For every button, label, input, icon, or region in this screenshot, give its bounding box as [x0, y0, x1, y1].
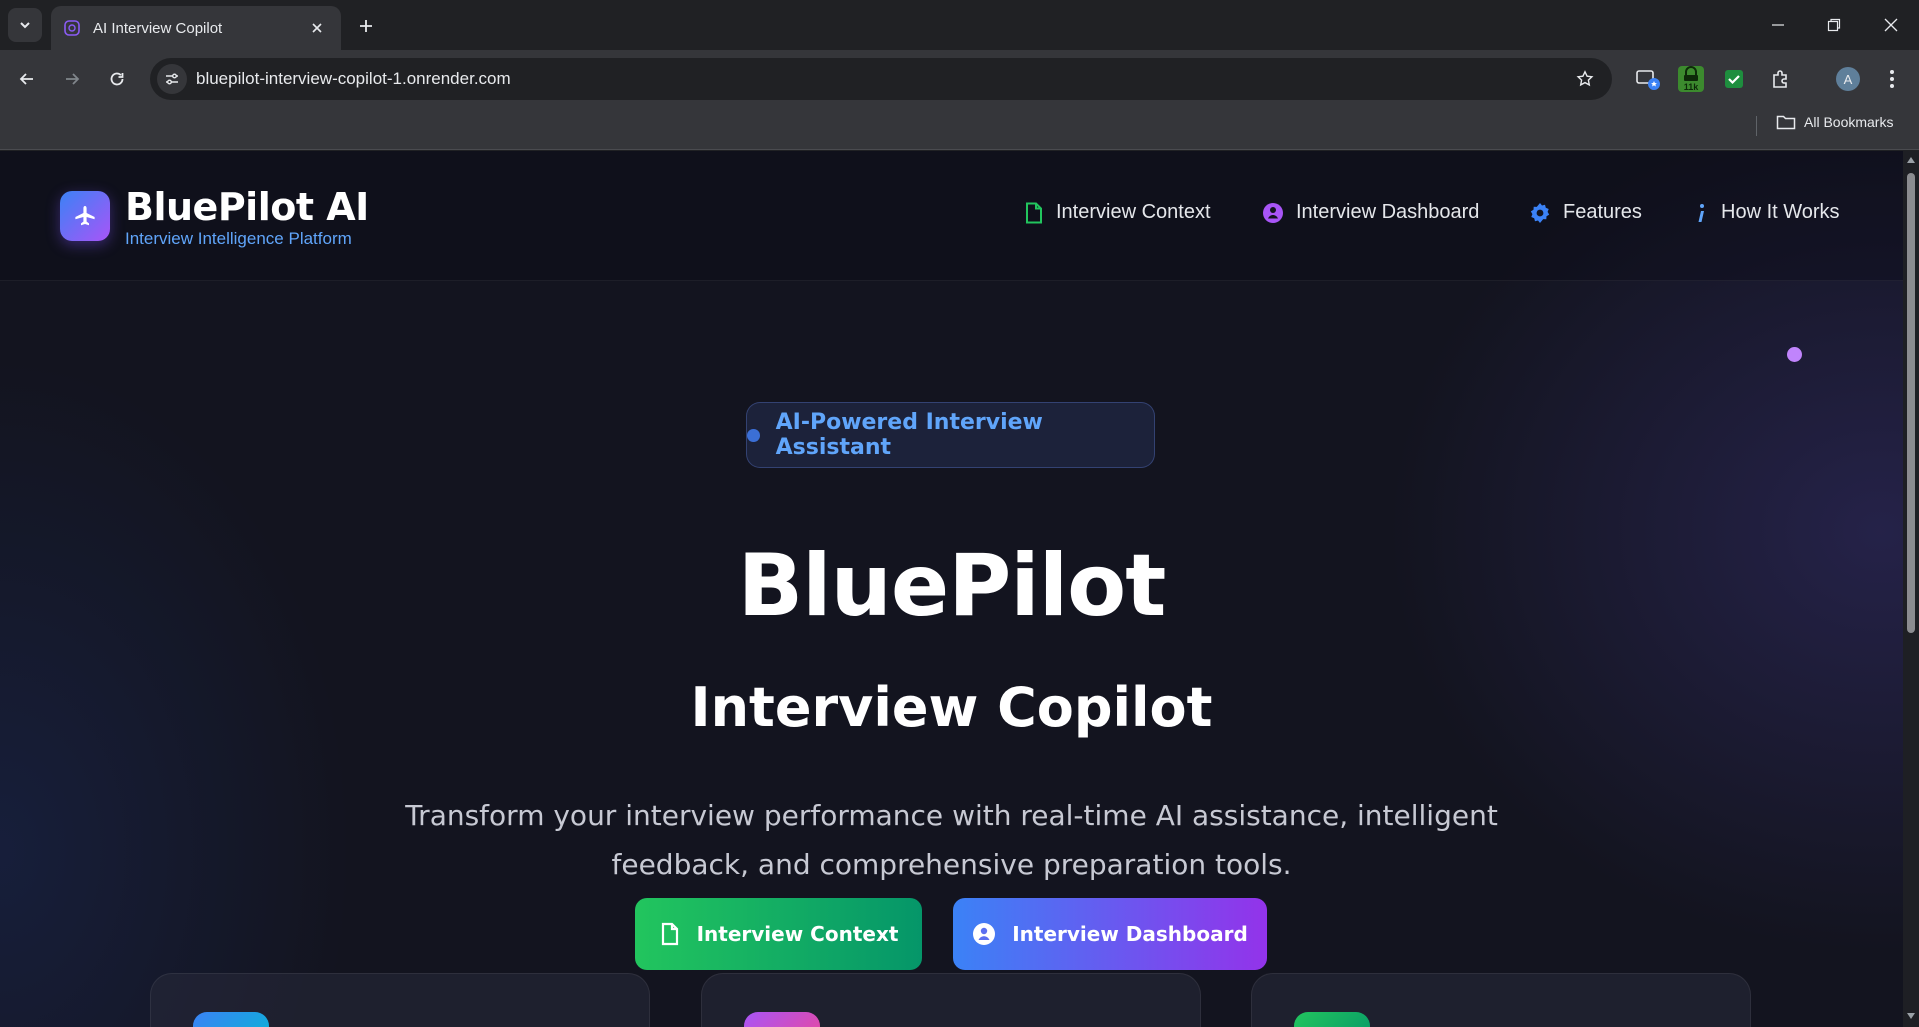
badge-dot: [747, 428, 760, 442]
browser-menu-button[interactable]: [1876, 63, 1908, 95]
tab-search-button[interactable]: [8, 8, 42, 42]
scroll-up-icon[interactable]: [1906, 155, 1916, 165]
feature-card: [701, 973, 1201, 1027]
nav-label: Interview Dashboard: [1296, 201, 1480, 223]
address-bar[interactable]: bluepilot-interview-copilot-1.onrender.c…: [150, 58, 1612, 100]
extensions-puzzle-icon[interactable]: [1765, 63, 1797, 95]
arrow-left-icon: [19, 73, 33, 85]
nav-interview-context[interactable]: Interview Context: [1024, 201, 1211, 224]
hero-badge: AI-Powered Interview Assistant: [746, 402, 1155, 468]
brand-tagline: Interview Intelligence Platform: [125, 229, 352, 248]
nav-label: How It Works: [1721, 201, 1840, 223]
extension-check-icon[interactable]: [1718, 63, 1750, 95]
extension-badge: 11k: [1684, 82, 1700, 92]
site-favicon-icon: [64, 20, 80, 36]
close-icon: [1884, 18, 1898, 32]
decorative-dot: [1787, 347, 1802, 362]
hero-title: BluePilot: [737, 536, 1167, 636]
plane-icon: [75, 206, 95, 226]
minimize-icon: [1772, 24, 1784, 26]
restore-button[interactable]: [1806, 0, 1862, 50]
brand-name[interactable]: BluePilot AI: [125, 185, 369, 229]
cta-label: Interview Context: [696, 922, 899, 946]
feature-card: [150, 973, 650, 1027]
user-circle-icon: [1263, 202, 1283, 223]
chevron-down-icon: [20, 22, 30, 29]
profile-avatar[interactable]: A: [1832, 63, 1864, 95]
feature-card-icon: [193, 1012, 269, 1027]
nav-how-it-works[interactable]: How It Works: [1693, 201, 1840, 224]
profile-initial: A: [1844, 72, 1853, 87]
info-icon: [1698, 203, 1704, 222]
plus-icon: [360, 20, 372, 32]
extension-lock-icon[interactable]: 11k: [1675, 63, 1707, 95]
feature-card-icon: [1294, 1012, 1370, 1027]
bookmarks-separator: [1756, 116, 1757, 136]
file-icon: [661, 922, 678, 946]
more-vertical-icon: [1890, 70, 1894, 88]
close-window-button[interactable]: [1863, 0, 1919, 50]
hero-badge-text: AI-Powered Interview Assistant: [775, 410, 1043, 460]
tab-strip: AI Interview Copilot: [0, 0, 1919, 50]
cta-label: Interview Dashboard: [1012, 922, 1248, 946]
nav-label: Features: [1563, 201, 1642, 223]
hero-description: Transform your interview performance wit…: [405, 799, 1498, 881]
arrow-right-icon: [66, 73, 80, 85]
page-viewport: BluePilot AI Interview Intelligence Plat…: [0, 151, 1903, 1027]
browser-tab[interactable]: AI Interview Copilot: [51, 6, 341, 50]
interview-context-button[interactable]: Interview Context: [635, 898, 922, 970]
scroll-down-icon[interactable]: [1906, 1011, 1916, 1021]
new-tab-button[interactable]: [352, 12, 380, 40]
all-bookmarks-label: All Bookmarks: [1804, 114, 1894, 130]
reload-icon: [110, 72, 124, 86]
hero-subtitle: Interview Copilot: [690, 676, 1213, 739]
nav-features[interactable]: Features: [1529, 201, 1642, 224]
folder-icon: [1776, 115, 1796, 130]
reload-button[interactable]: [100, 62, 134, 96]
file-icon: [1026, 202, 1042, 223]
tab-title: AI Interview Copilot: [93, 19, 223, 37]
gear-icon: [1530, 202, 1550, 223]
scrollbar-thumb[interactable]: [1907, 173, 1915, 633]
back-button[interactable]: [10, 62, 44, 96]
site-header: BluePilot AI Interview Intelligence Plat…: [0, 151, 1903, 281]
feature-card-icon: [744, 1012, 820, 1027]
nav-interview-dashboard[interactable]: Interview Dashboard: [1262, 201, 1479, 224]
all-bookmarks-button[interactable]: All Bookmarks: [1776, 114, 1893, 130]
brand-logo[interactable]: [60, 191, 110, 241]
bookmarks-bar: All Bookmarks: [0, 108, 1919, 150]
forward-button[interactable]: [55, 62, 89, 96]
restore-icon: [1827, 18, 1841, 32]
site-info-icon[interactable]: [157, 64, 187, 94]
browser-toolbar: bluepilot-interview-copilot-1.onrender.c…: [0, 50, 1919, 108]
minimize-button[interactable]: [1750, 0, 1806, 50]
interview-dashboard-button[interactable]: Interview Dashboard: [953, 898, 1267, 970]
nav-label: Interview Context: [1056, 201, 1211, 223]
user-circle-icon: [973, 923, 996, 945]
extension-screen-icon[interactable]: [1632, 63, 1664, 95]
close-tab-icon[interactable]: [305, 16, 329, 40]
url-text: bluepilot-interview-copilot-1.onrender.c…: [196, 69, 511, 88]
feature-card: [1251, 973, 1751, 1027]
bookmark-star-icon[interactable]: [1568, 62, 1602, 96]
page-scrollbar[interactable]: [1903, 151, 1919, 1027]
